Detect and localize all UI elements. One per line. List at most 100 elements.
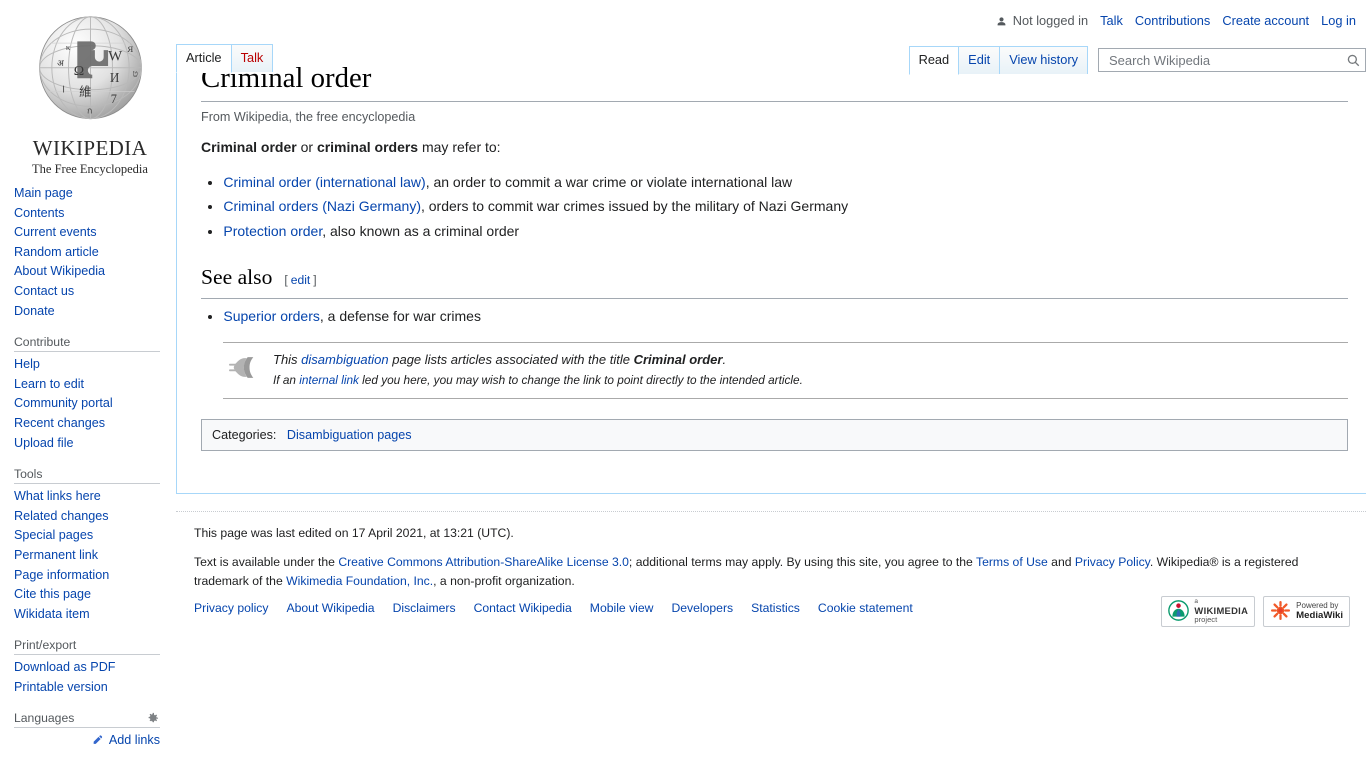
search-icon[interactable]	[1346, 53, 1361, 68]
list-item: About Wikipedia	[287, 601, 375, 615]
sidebar-item-donate[interactable]: Donate	[14, 302, 176, 322]
sidebar-link-community-portal[interactable]: Community portal	[14, 396, 113, 410]
disambiguation-notice-line1: This disambiguation page lists articles …	[273, 350, 803, 371]
dmbox-line1-a: This	[273, 351, 302, 367]
sidebar-item-download-as-pdf[interactable]: Download as PDF	[14, 658, 176, 678]
wikipedia-globe-icon[interactable]: W Ω И 維 7 अ ט ا ก Я κ	[23, 8, 158, 134]
personal-create-account-link[interactable]: Create account	[1222, 13, 1309, 28]
sidebar-item-random-article[interactable]: Random article	[14, 243, 176, 263]
category-link-disambiguation-pages[interactable]: Disambiguation pages	[287, 428, 412, 442]
personal-login-link[interactable]: Log in	[1321, 13, 1356, 28]
edit-section-link[interactable]: edit	[291, 273, 311, 287]
categories-bar: Categories: Disambiguation pages	[201, 418, 1348, 451]
entry-link-protection-order[interactable]: Protection order	[223, 223, 322, 239]
sidebar-item-community-portal[interactable]: Community portal	[14, 394, 176, 414]
wikipedia-logo-block[interactable]: W Ω И 維 7 अ ט ا ก Я κ WIKIPEDIA The Free…	[10, 0, 170, 176]
entry-description: , an order to commit a war crime or viol…	[425, 173, 793, 190]
sidebar-link-related-changes[interactable]: Related changes	[14, 509, 109, 523]
sidebar-add-links-row[interactable]: Add links	[14, 728, 160, 747]
sidebar-link-printable-version[interactable]: Printable version	[14, 680, 108, 694]
sidebar-link-recent-changes[interactable]: Recent changes	[14, 416, 105, 430]
sidebar-link-upload-file[interactable]: Upload file	[14, 436, 74, 450]
terms-of-use-link[interactable]: Terms of Use	[976, 555, 1048, 569]
footer-badges: a Wikimedia project	[1161, 596, 1350, 627]
sidebar-item-learn-to-edit[interactable]: Learn to edit	[14, 375, 176, 395]
tab-view-history[interactable]: View history	[999, 46, 1088, 74]
search-input[interactable]	[1107, 51, 1346, 69]
page-footer: This page was last edited on 17 April 20…	[176, 512, 1366, 627]
sidebar-item-page-information[interactable]: Page information	[14, 566, 176, 586]
footer-link-statistics[interactable]: Statistics	[751, 601, 800, 615]
sidebar-item-main-page[interactable]: Main page	[14, 184, 176, 204]
sidebar-link-permanent-link[interactable]: Permanent link	[14, 548, 98, 562]
privacy-policy-link[interactable]: Privacy Policy	[1075, 555, 1150, 569]
sidebar-item-help[interactable]: Help	[14, 355, 176, 375]
sidebar-item-permanent-link[interactable]: Permanent link	[14, 546, 176, 566]
sidebar-item-wikidata-item[interactable]: Wikidata item	[14, 605, 176, 625]
list-item: Privacy policy	[194, 601, 269, 615]
sidebar-link-special-pages[interactable]: Special pages	[14, 528, 93, 542]
footer-link-disclaimers[interactable]: Disclaimers	[393, 601, 456, 615]
tab-edit[interactable]: Edit	[958, 46, 1001, 74]
content-wrapper: Criminal order From Wikipedia, the free …	[176, 0, 1366, 494]
disambiguation-link[interactable]: disambiguation	[301, 352, 388, 367]
sidebar-item-upload-file[interactable]: Upload file	[14, 434, 176, 454]
sidebar-item-special-pages[interactable]: Special pages	[14, 526, 176, 546]
sidebar-link-download-as-pdf[interactable]: Download as PDF	[14, 660, 116, 674]
sidebar-link-learn-to-edit[interactable]: Learn to edit	[14, 377, 84, 391]
sidebar-link-help[interactable]: Help	[14, 357, 40, 371]
sidebar-languages-header: Languages	[14, 707, 160, 729]
internal-link-link[interactable]: internal link	[299, 373, 359, 387]
entry-link-criminal-order-international-law[interactable]: Criminal order (international law)	[223, 174, 425, 190]
wikimedia-foundation-badge[interactable]: a Wikimedia project	[1161, 596, 1256, 627]
sidebar-item-printable-version[interactable]: Printable version	[14, 678, 176, 698]
tab-article[interactable]: Article	[176, 44, 232, 73]
sidebar-link-page-information[interactable]: Page information	[14, 568, 109, 582]
license-link[interactable]: Creative Commons Attribution-ShareAlike …	[338, 555, 629, 569]
intro-tail: may refer to:	[418, 138, 501, 155]
sidebar-item-cite-this-page[interactable]: Cite this page	[14, 585, 176, 605]
section-heading-text: See also	[201, 265, 273, 290]
personal-contributions-link[interactable]: Contributions	[1135, 13, 1210, 28]
sidebar-item-contact-us[interactable]: Contact us	[14, 282, 176, 302]
sidebar-link-random-article[interactable]: Random article	[14, 245, 99, 259]
tab-read[interactable]: Read	[908, 46, 960, 75]
footer-link-about-wikipedia[interactable]: About Wikipedia	[287, 601, 375, 615]
search-box[interactable]	[1098, 48, 1366, 72]
sidebar-link-contact-us[interactable]: Contact us	[14, 284, 74, 298]
sidebar-link-add-links[interactable]: Add links	[109, 733, 160, 747]
sidebar-link-wikidata-item[interactable]: Wikidata item	[14, 607, 90, 621]
footer-link-privacy-policy[interactable]: Privacy policy	[194, 601, 269, 615]
sidebar-heading-contribute: Contribute	[14, 331, 160, 353]
footer-link-contact-wikipedia[interactable]: Contact Wikipedia	[474, 601, 572, 615]
sidebar-link-donate[interactable]: Donate	[14, 304, 55, 318]
footer-link-developers[interactable]: Developers	[671, 601, 733, 615]
sidebar-link-cite-this-page[interactable]: Cite this page	[14, 587, 91, 601]
sidebar-item-related-changes[interactable]: Related changes	[14, 507, 176, 527]
intro-paragraph: Criminal order or criminal orders may re…	[201, 136, 1348, 159]
license-text-a: Text is available under the	[194, 555, 339, 570]
sidebar-item-current-events[interactable]: Current events	[14, 223, 176, 243]
gear-icon[interactable]	[146, 711, 160, 725]
wikipedia-tagline: The Free Encyclopedia	[32, 162, 148, 176]
sidebar-item-recent-changes[interactable]: Recent changes	[14, 414, 176, 434]
entry-link-criminal-orders-nazi-germany[interactable]: Criminal orders (Nazi Germany)	[223, 198, 421, 214]
sidebar-item-contents[interactable]: Contents	[14, 204, 176, 224]
sidebar-item-about-wikipedia[interactable]: About Wikipedia	[14, 262, 176, 282]
footer-link-cookie-statement[interactable]: Cookie statement	[818, 601, 913, 615]
view-tabs-and-search: Read Edit View history	[908, 44, 1366, 75]
personal-talk-link[interactable]: Talk	[1100, 13, 1123, 28]
wikimedia-foundation-link[interactable]: Wikimedia Foundation, Inc.	[286, 574, 433, 588]
footer-link-mobile-view[interactable]: Mobile view	[590, 601, 654, 615]
sidebar-link-about-wikipedia[interactable]: About Wikipedia	[14, 264, 105, 278]
tab-talk[interactable]: Talk	[230, 44, 274, 72]
sidebar-item-what-links-here[interactable]: What links here	[14, 487, 176, 507]
mediawiki-badge[interactable]: Powered by MediaWiki	[1263, 596, 1350, 627]
svg-text:W: W	[108, 49, 123, 65]
sidebar-link-current-events[interactable]: Current events	[14, 225, 97, 239]
sidebar-link-contents[interactable]: Contents	[14, 206, 64, 220]
dmbox-line1-c: .	[722, 351, 727, 367]
sidebar-link-main-page[interactable]: Main page	[14, 186, 73, 200]
sidebar-link-what-links-here[interactable]: What links here	[14, 489, 101, 503]
see-also-link-superior-orders[interactable]: Superior orders	[223, 308, 320, 324]
